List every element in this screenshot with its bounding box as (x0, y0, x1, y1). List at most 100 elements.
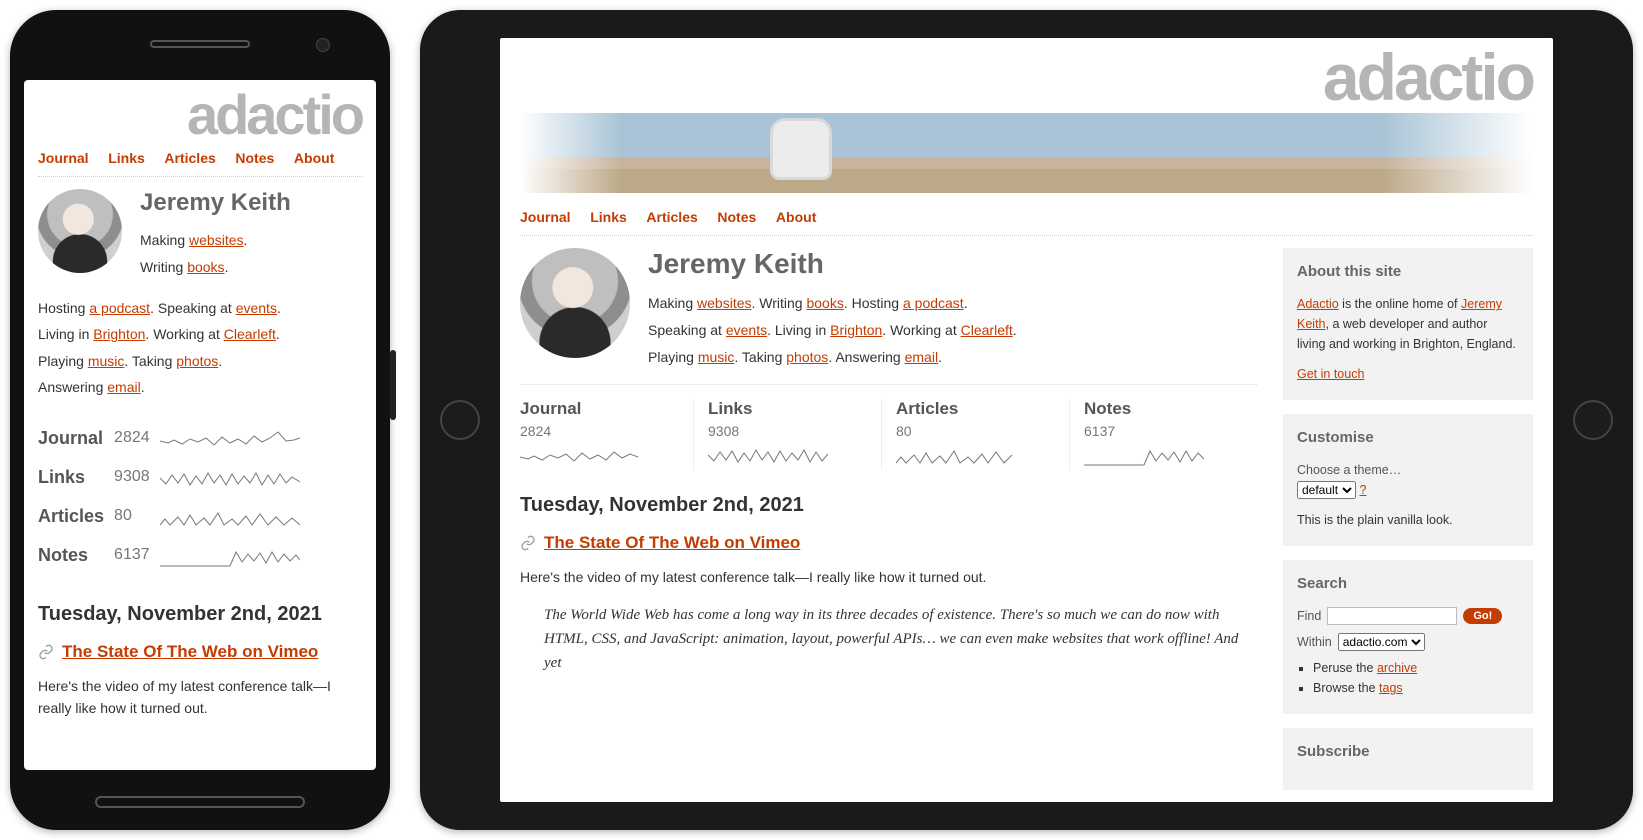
nav-articles[interactable]: Articles (646, 209, 697, 225)
sidebar-about: About this site Adactio is the online ho… (1283, 248, 1533, 400)
get-in-touch-link[interactable]: Get in touch (1297, 367, 1364, 381)
post-title-link[interactable]: The State Of The Web on Vimeo (544, 533, 800, 553)
stats-row: Journal 2824 Links 9308 Articles 80 (520, 384, 1257, 470)
author-bio: Making websites. Writing books. Hosting … (648, 290, 1017, 370)
nav-notes[interactable]: Notes (235, 150, 274, 166)
sidebar-customise: Customise Choose a theme… default ? This… (1283, 414, 1533, 546)
tablet-home-left (440, 400, 480, 440)
bio-link-music[interactable]: music (698, 349, 735, 365)
stat-row-articles: Articles 80 (38, 497, 310, 536)
main-nav: Journal Links Articles Notes About (520, 203, 1533, 236)
search-browse-item: Browse the tags (1313, 678, 1519, 698)
bio-link-clearleft[interactable]: Clearleft (224, 326, 276, 342)
permalink-icon[interactable] (38, 644, 54, 663)
sparkline-journal (160, 429, 300, 451)
phone-camera (316, 38, 330, 52)
tags-link[interactable]: tags (1379, 681, 1403, 695)
author-bio-extra: Hosting a podcast. Speaking at events. L… (38, 295, 362, 401)
stat-links[interactable]: Links 9308 (693, 399, 881, 470)
avatar[interactable] (38, 189, 122, 273)
sidebar-search: Search Find Go! Within adactio.com Perus… (1283, 560, 1533, 714)
search-within-select[interactable]: adactio.com (1338, 633, 1425, 651)
bio-link-photos[interactable]: photos (176, 353, 218, 369)
phone-frame: adactio Journal Links Articles Notes Abo… (10, 10, 390, 830)
about-heading: About this site (1297, 260, 1519, 284)
theme-help-link[interactable]: ? (1359, 483, 1366, 497)
author-name: Jeremy Keith (140, 189, 291, 217)
stat-row-journal: Journal 2824 (38, 419, 310, 458)
tablet-frame: adactio Journal Links Articles Notes Abo… (420, 10, 1633, 830)
main-nav: Journal Links Articles Notes About (38, 144, 362, 177)
archive-link[interactable]: archive (1377, 661, 1417, 675)
header-banner (520, 113, 1533, 193)
sidebar: About this site Adactio is the online ho… (1283, 248, 1533, 802)
search-within-label: Within (1297, 632, 1332, 652)
bio-link-podcast[interactable]: a podcast (89, 300, 150, 316)
post-title-link[interactable]: The State Of The Web on Vimeo (62, 642, 318, 662)
bio-link-brighton[interactable]: Brighton (93, 326, 145, 342)
bio-link-events[interactable]: events (726, 322, 767, 338)
phone-screen: adactio Journal Links Articles Notes Abo… (24, 80, 376, 770)
sparkline-links (160, 468, 300, 490)
post-date: Tuesday, November 2nd, 2021 (38, 603, 362, 626)
phone-speaker (150, 40, 250, 48)
search-peruse-item: Peruse the archive (1313, 658, 1519, 678)
bio-link-brighton[interactable]: Brighton (830, 322, 882, 338)
stat-row-links: Links 9308 (38, 458, 310, 497)
subscribe-heading: Subscribe (1297, 740, 1519, 764)
sparkline-articles (160, 507, 300, 529)
phone-home-bar (95, 796, 305, 808)
site-logo[interactable]: adactio (520, 48, 1533, 107)
search-input[interactable] (1327, 607, 1457, 625)
sidebar-subscribe: Subscribe (1283, 728, 1533, 790)
post-excerpt: Here's the video of my latest conference… (520, 566, 1257, 588)
sparkline-articles (896, 445, 1016, 467)
post-date: Tuesday, November 2nd, 2021 (520, 494, 1257, 517)
bio-link-websites[interactable]: websites (189, 232, 243, 248)
main-column: Jeremy Keith Making websites. Writing bo… (520, 248, 1257, 802)
bio-link-books[interactable]: books (806, 295, 843, 311)
permalink-icon[interactable] (520, 535, 536, 554)
sparkline-notes (160, 546, 300, 568)
about-link-adactio[interactable]: Adactio (1297, 297, 1339, 311)
stat-row-notes: Notes 6137 (38, 536, 310, 575)
theme-label: Choose a theme… (1297, 463, 1401, 477)
avatar[interactable] (520, 248, 630, 358)
bio-link-podcast[interactable]: a podcast (903, 295, 964, 311)
site-logo[interactable]: adactio (38, 90, 362, 140)
post-quote: The World Wide Web has come a long way i… (520, 603, 1257, 675)
bio-link-books[interactable]: books (187, 259, 224, 275)
stat-articles[interactable]: Articles 80 (881, 399, 1069, 470)
customise-heading: Customise (1297, 426, 1519, 450)
search-heading: Search (1297, 572, 1519, 596)
bio-link-music[interactable]: music (88, 353, 125, 369)
nav-articles[interactable]: Articles (164, 150, 215, 166)
sparkline-journal (520, 445, 640, 467)
bio-link-email[interactable]: email (905, 349, 938, 365)
nav-links[interactable]: Links (590, 209, 627, 225)
bio-link-events[interactable]: events (236, 300, 277, 316)
stat-notes[interactable]: Notes 6137 (1069, 399, 1257, 470)
phone-power-button (390, 350, 396, 420)
bio-link-clearleft[interactable]: Clearleft (961, 322, 1013, 338)
theme-select[interactable]: default (1297, 481, 1356, 499)
nav-notes[interactable]: Notes (717, 209, 756, 225)
search-go-button[interactable]: Go! (1463, 608, 1502, 624)
bio-link-email[interactable]: email (107, 379, 140, 395)
stat-journal[interactable]: Journal 2824 (520, 399, 693, 470)
nav-about[interactable]: About (776, 209, 816, 225)
bio-link-websites[interactable]: websites (697, 295, 751, 311)
bio-link-photos[interactable]: photos (786, 349, 828, 365)
theme-desc: This is the plain vanilla look. (1297, 510, 1519, 530)
tablet-home-right (1573, 400, 1613, 440)
search-find-label: Find (1297, 606, 1321, 626)
nav-journal[interactable]: Journal (38, 150, 89, 166)
nav-links[interactable]: Links (108, 150, 145, 166)
tablet-screen: adactio Journal Links Articles Notes Abo… (500, 38, 1553, 802)
sparkline-notes (1084, 445, 1204, 467)
nav-journal[interactable]: Journal (520, 209, 571, 225)
nav-about[interactable]: About (294, 150, 334, 166)
author-bio: Making websites. Writing books. (140, 227, 291, 280)
stats-table: Journal 2824 Links 9308 Articles 80 Note… (38, 419, 310, 575)
sparkline-links (708, 445, 828, 467)
